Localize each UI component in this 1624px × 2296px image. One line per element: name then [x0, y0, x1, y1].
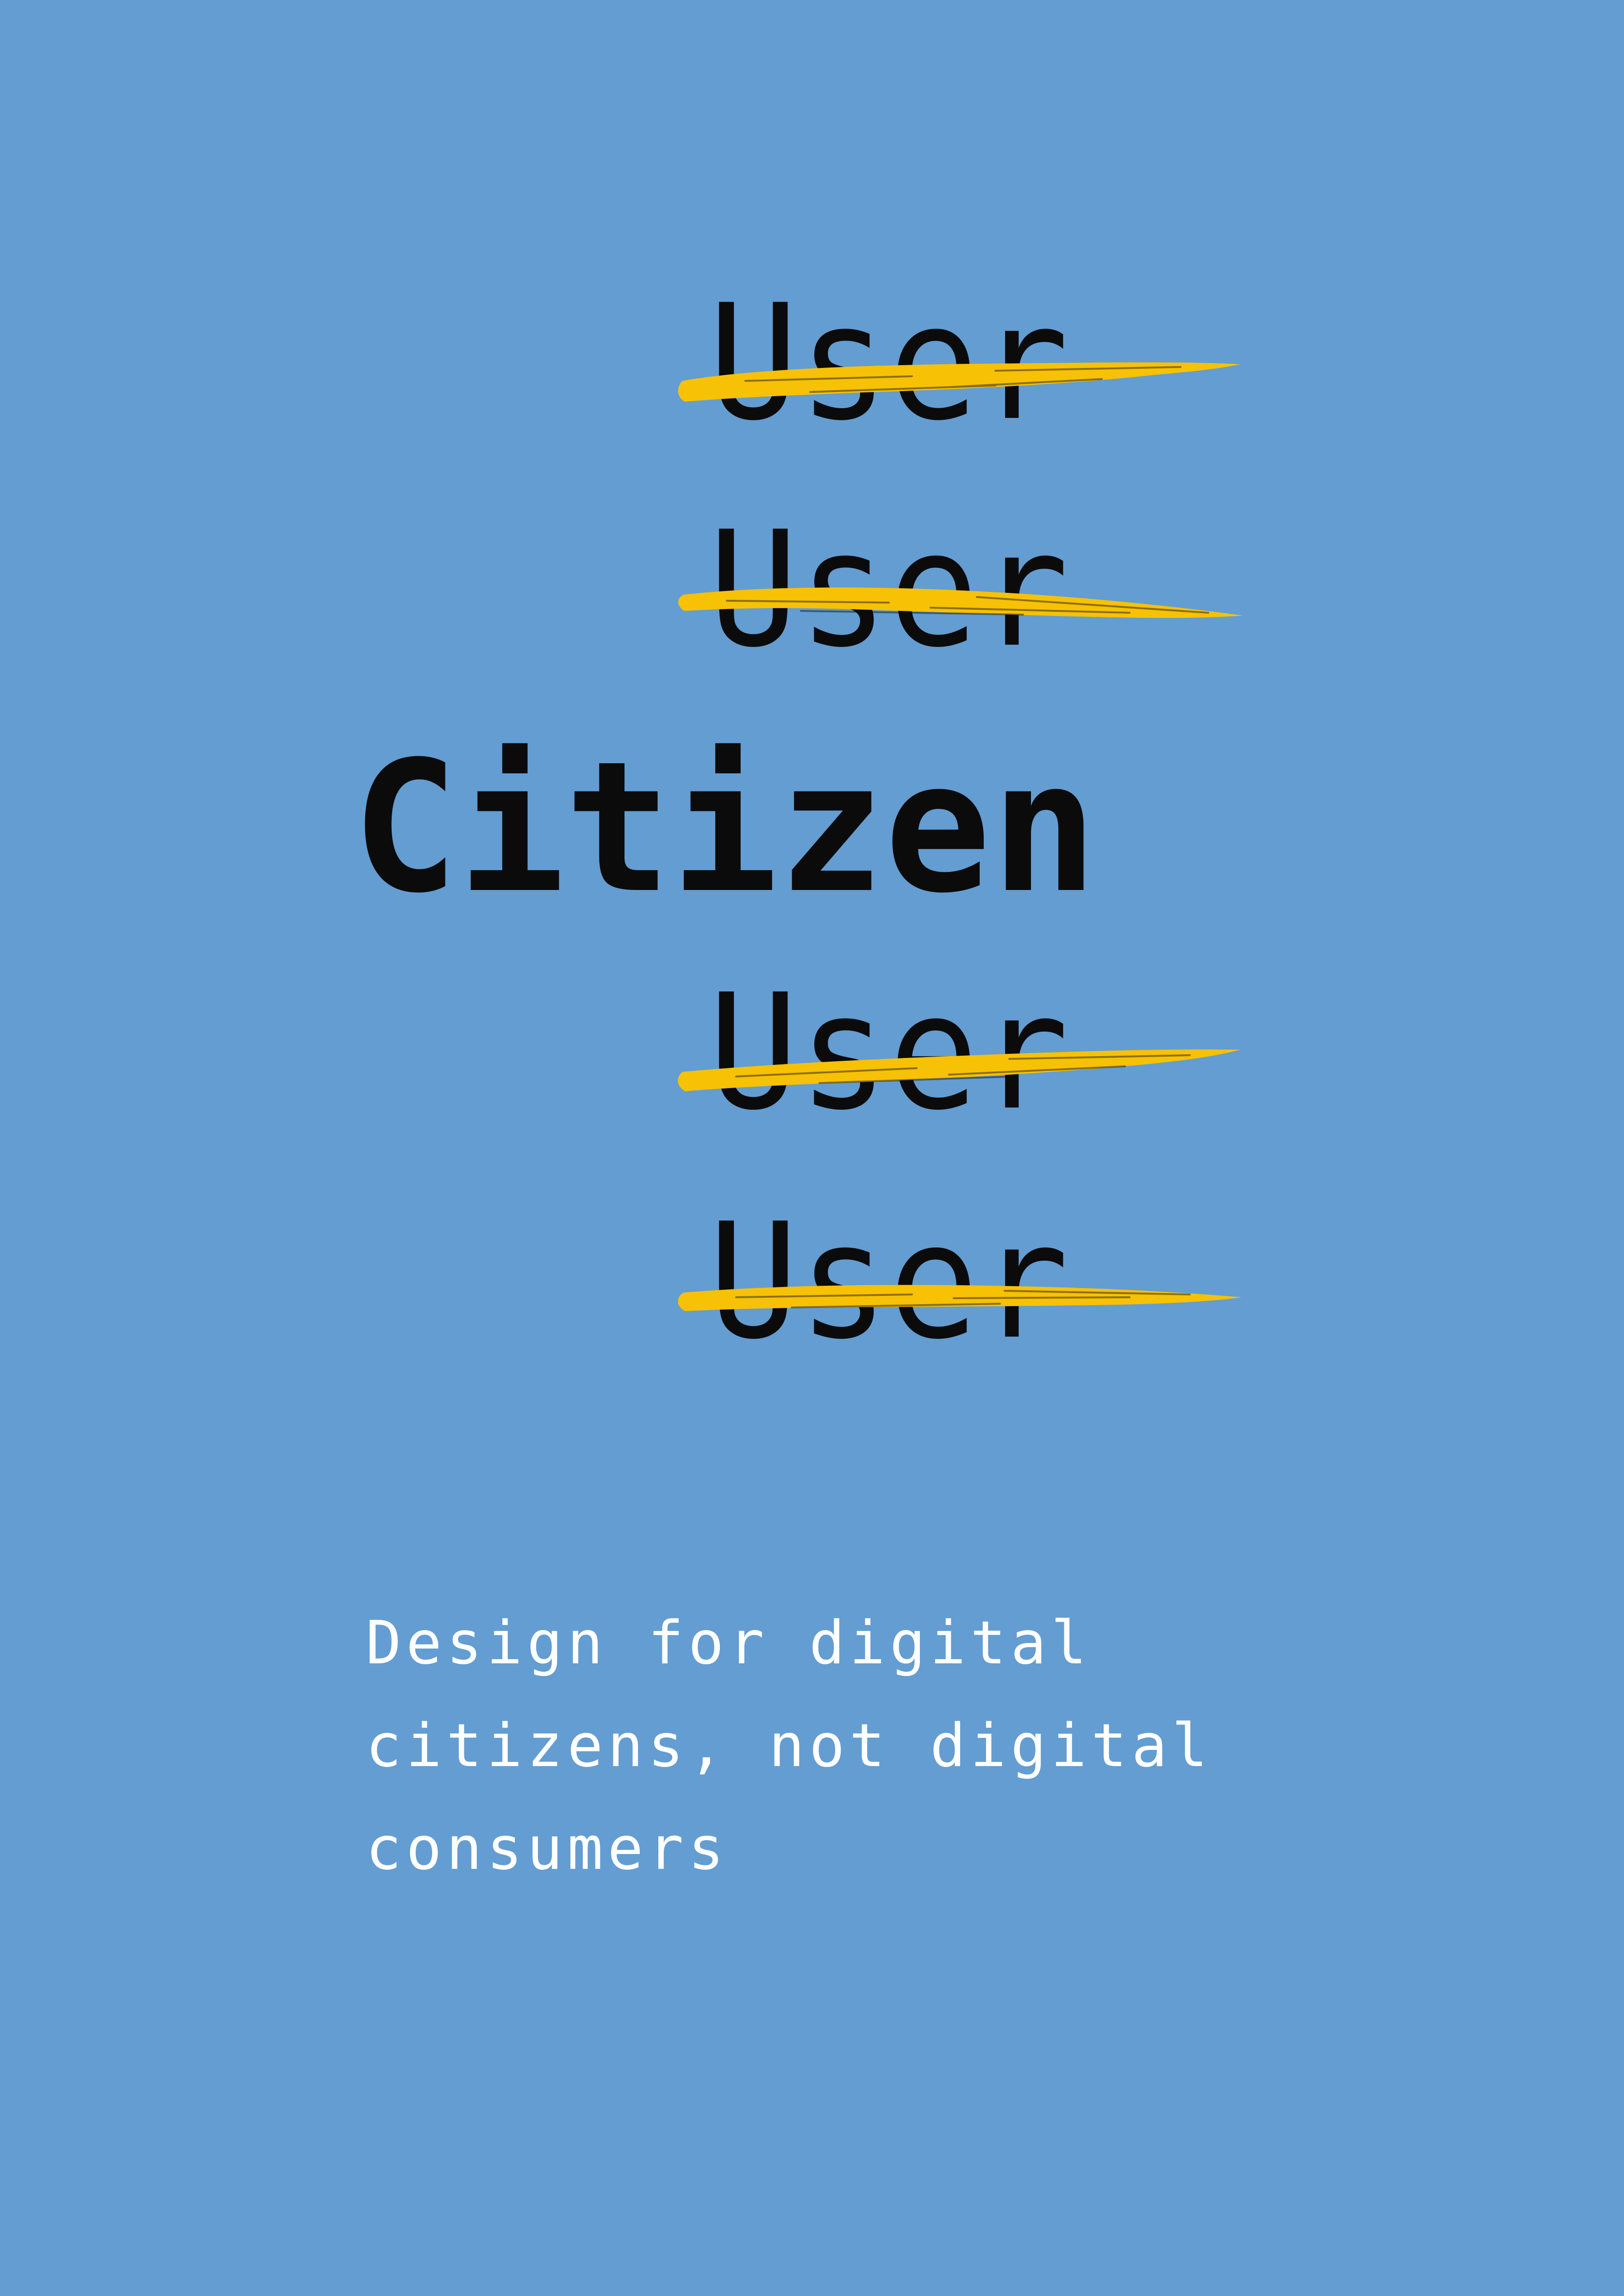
brush-stroke	[678, 362, 1241, 402]
main-word: Citizen	[352, 722, 1098, 933]
tagline-line-3: consumers	[366, 1814, 729, 1883]
brush-stroke	[678, 1049, 1241, 1091]
tagline-line-2: citizens, not digital	[366, 1711, 1212, 1780]
crossed-word-row-2: User	[678, 510, 1255, 670]
crossed-word-row-3: User	[678, 973, 1255, 1132]
brush-stroke	[678, 1285, 1242, 1311]
tagline-line-1: Design for digital	[366, 1609, 1092, 1678]
tagline: Design for digital citizens, not digital…	[366, 1592, 1384, 1900]
crossed-word-row-1: User	[678, 284, 1255, 443]
brush-stroke	[678, 587, 1243, 618]
crossed-word-row-4: User	[678, 1202, 1255, 1362]
poster: User User Citizen User User Design for d…	[0, 0, 1624, 2296]
